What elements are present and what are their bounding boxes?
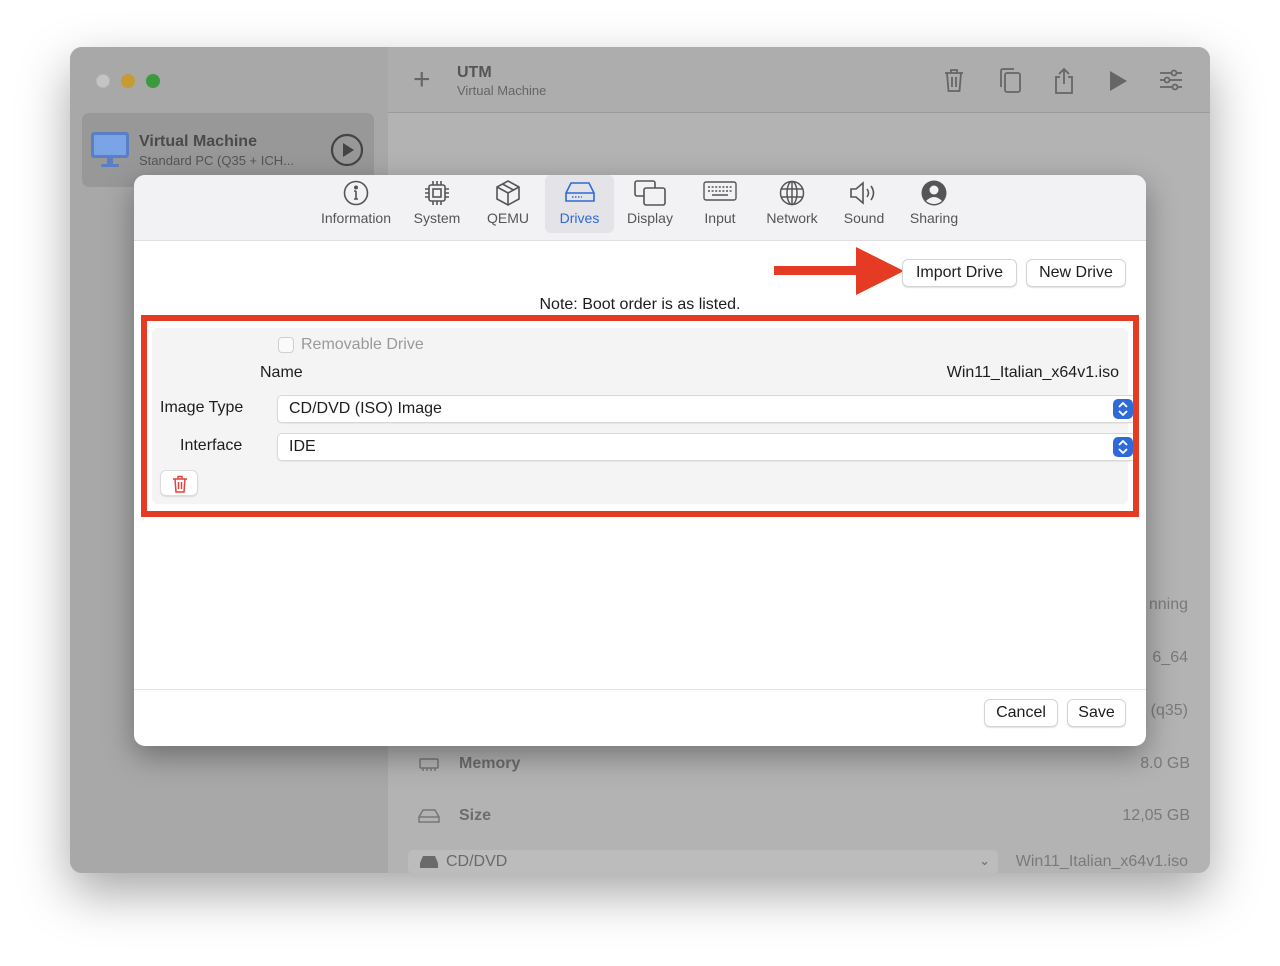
add-vm-icon[interactable]: +: [413, 63, 431, 97]
drive-select[interactable]: CD/DVD ⌄: [408, 850, 998, 873]
tab-label: Information: [320, 210, 392, 226]
box-icon: [495, 180, 521, 211]
keyboard-icon: [703, 180, 737, 207]
size-row: Size 12,05 GB: [418, 802, 1190, 832]
share-icon[interactable]: [1052, 67, 1076, 100]
drive-icon: [564, 180, 596, 209]
tab-sound[interactable]: Sound: [834, 175, 894, 233]
settings-sliders-icon[interactable]: [1158, 69, 1184, 96]
size-value: 12,05 GB: [1122, 807, 1190, 824]
tab-label: Display: [627, 210, 673, 226]
info-icon: [343, 180, 369, 211]
memory-value: 8.0 GB: [1140, 755, 1190, 772]
tab-label: Sharing: [909, 210, 959, 226]
save-button[interactable]: Save: [1067, 699, 1126, 727]
drive-icon: [420, 855, 438, 873]
boot-order-note: Note: Boot order is as listed.: [539, 296, 741, 313]
tab-drives[interactable]: Drives: [545, 175, 614, 233]
close-window-button[interactable]: [96, 74, 110, 88]
new-drive-button[interactable]: New Drive: [1026, 259, 1126, 287]
drive-file-value: Win11_Italian_x64v1.iso: [1015, 853, 1188, 870]
trash-icon[interactable]: [942, 67, 966, 98]
minimize-window-button[interactable]: [121, 74, 135, 88]
drive-type: CD/DVD: [446, 853, 508, 870]
annotation-arrow: [774, 247, 904, 295]
settings-tab-bar: Information System QEMU Drives Display I…: [134, 175, 1146, 241]
memory-row: Memory 8.0 GB: [418, 750, 1190, 780]
tab-label: Drives: [559, 210, 600, 226]
tab-label: System: [413, 210, 461, 226]
tab-system[interactable]: System: [406, 175, 468, 233]
tab-network[interactable]: Network: [759, 175, 825, 233]
status-value: nning: [1148, 596, 1188, 613]
memory-label: Memory: [459, 755, 521, 772]
vm-settings-dialog: Information System QEMU Drives Display I…: [134, 175, 1146, 746]
play-vm-icon[interactable]: [330, 133, 364, 172]
globe-icon: [779, 180, 805, 211]
speaker-icon: [849, 180, 879, 211]
monitor-icon: [90, 131, 130, 174]
cpu-icon: [424, 180, 450, 211]
memory-chip-icon: [418, 756, 440, 777]
window-subtitle: Virtual Machine: [457, 83, 547, 98]
clone-icon[interactable]: [997, 67, 1023, 100]
maximize-window-button[interactable]: [146, 74, 160, 88]
tab-input[interactable]: Input: [691, 175, 749, 233]
tab-qemu[interactable]: QEMU: [478, 175, 538, 233]
tab-label: Network: [766, 210, 818, 226]
machine-value: (q35): [1150, 702, 1188, 719]
play-icon[interactable]: [1108, 70, 1128, 97]
tab-display[interactable]: Display: [620, 175, 680, 233]
tab-sharing[interactable]: Sharing: [902, 175, 966, 233]
display-icon: [634, 180, 666, 211]
tab-label: QEMU: [487, 210, 529, 226]
annotation-highlight-box: [141, 315, 1139, 517]
chevron-down-icon: ⌄: [979, 853, 990, 868]
toolbar: + UTM Virtual Machine: [388, 47, 1210, 113]
footer-divider: [134, 689, 1146, 690]
disk-icon: [418, 808, 440, 829]
vm-name: Virtual Machine: [139, 133, 257, 150]
person-icon: [921, 180, 947, 211]
cancel-button[interactable]: Cancel: [984, 699, 1058, 727]
tab-label: Input: [704, 210, 736, 226]
import-drive-button[interactable]: Import Drive: [902, 259, 1017, 287]
architecture-value: 6_64: [1152, 649, 1188, 666]
size-label: Size: [459, 807, 492, 824]
vm-description: Standard PC (Q35 + ICH...: [139, 153, 294, 168]
window-title: UTM: [457, 64, 492, 81]
tab-information[interactable]: Information: [314, 175, 398, 233]
tab-label: Sound: [843, 210, 885, 226]
